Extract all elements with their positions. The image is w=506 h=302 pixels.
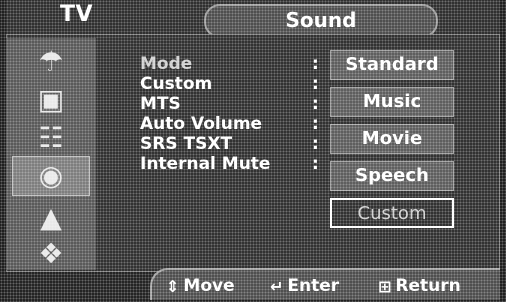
tv-screen: TV Sound ☂ ▣ ☷ ◉ ▲ ❖ Mode Custom MTS Aut… [0,0,506,302]
menu-item-srs-tsxt[interactable]: SRS TSXT [140,134,270,154]
menu-item-mts[interactable]: MTS [140,94,270,114]
mode-option-movie[interactable]: Movie [330,124,454,154]
channel-icon-slot[interactable]: ☷ [12,120,90,156]
enter-icon: ↵ [270,276,284,296]
nav-move: ⇕ Move [166,276,235,296]
mode-option-custom[interactable]: Custom [330,198,454,228]
nav-hint-bar: ⇕ Move ↵ Enter ⊞ Return [150,268,500,300]
setup-icon[interactable]: ▲ [12,200,90,236]
menu-title-tab: Sound [204,4,438,38]
menu-title: Sound [285,8,357,32]
nav-return: ⊞ Return [378,276,461,296]
mode-option-standard[interactable]: Standard [330,50,454,80]
separator: : [312,114,319,134]
nav-enter: ↵ Enter [270,276,339,296]
separator: : [312,134,319,154]
category-icon-column: ☂ ▣ ☷ ◉ ▲ ❖ [6,38,96,270]
menu-item-custom[interactable]: Custom [140,74,270,94]
nav-move-label: Move [183,276,235,296]
menu-item-auto-volume[interactable]: Auto Volume [140,114,270,134]
mode-option-music[interactable]: Music [330,87,454,117]
picture-icon[interactable]: ▣ [12,82,90,118]
separator: : [312,74,319,94]
sound-menu-list: Mode Custom MTS Auto Volume SRS TSXT Int… [140,54,270,174]
nav-return-label: Return [395,276,461,296]
top-bar: TV Sound [6,0,500,38]
separator: : [312,94,319,114]
mode-options-list: Standard Music Movie Speech Custom [330,50,454,235]
source-label: TV [60,2,94,27]
guide-icon[interactable]: ❖ [12,236,90,272]
menu-item-internal-mute[interactable]: Internal Mute [140,154,270,174]
return-icon: ⊞ [378,276,392,296]
menu-separators: : : : : : : [312,54,319,174]
nav-enter-label: Enter [287,276,340,296]
sound-icon[interactable]: ◉ [12,156,90,196]
menu-item-mode[interactable]: Mode [140,54,270,74]
input-icon[interactable]: ☂ [12,44,90,80]
separator: : [312,154,319,174]
up-down-arrow-icon: ⇕ [166,276,180,296]
separator: : [312,54,319,74]
mode-option-speech[interactable]: Speech [330,161,454,191]
